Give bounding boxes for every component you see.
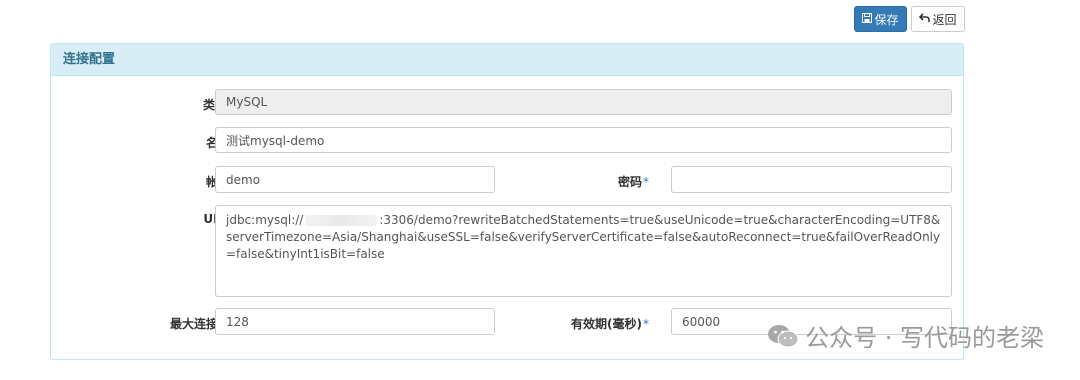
masked-host bbox=[305, 215, 378, 226]
validity-value: 60000 bbox=[682, 314, 721, 329]
max-connections-value: 128 bbox=[226, 314, 249, 329]
url-textarea[interactable]: jdbc:mysql://:3306/demo?rewriteBatchedSt… bbox=[215, 205, 952, 297]
account-value: demo bbox=[226, 172, 261, 187]
save-label: 保存 bbox=[874, 12, 899, 27]
panel-title: 连接配置 bbox=[51, 44, 963, 76]
toolbar: 保存 返回 bbox=[854, 6, 965, 32]
floppy-disk-icon bbox=[862, 12, 873, 26]
type-value: MySQL bbox=[226, 95, 268, 109]
wechat-icon bbox=[767, 323, 799, 349]
url-value: jdbc:mysql://:3306/demo?rewriteBatchedSt… bbox=[226, 213, 941, 261]
watermark-text: 公众号 · 写代码的老梁 bbox=[805, 324, 1044, 352]
account-input[interactable]: demo bbox=[215, 166, 495, 193]
validity-label: 有效期(毫秒)* bbox=[571, 317, 649, 331]
back-arrow-icon bbox=[919, 12, 931, 26]
password-input[interactable] bbox=[671, 166, 952, 193]
watermark: 公众号 · 写代码的老梁 bbox=[767, 318, 1044, 353]
name-value: 测试mysql-demo bbox=[226, 133, 325, 148]
max-connections-input[interactable]: 128 bbox=[215, 308, 495, 335]
connection-config-panel: 连接配置 类型 MySQL 名称* 测试mysql-demo 帐号* demo … bbox=[50, 43, 964, 360]
password-label: 密码* bbox=[617, 175, 649, 189]
back-label: 返回 bbox=[932, 12, 957, 27]
type-field: MySQL bbox=[215, 89, 952, 115]
name-input[interactable]: 测试mysql-demo bbox=[215, 127, 952, 153]
back-button[interactable]: 返回 bbox=[911, 6, 965, 32]
save-button[interactable]: 保存 bbox=[854, 6, 907, 32]
